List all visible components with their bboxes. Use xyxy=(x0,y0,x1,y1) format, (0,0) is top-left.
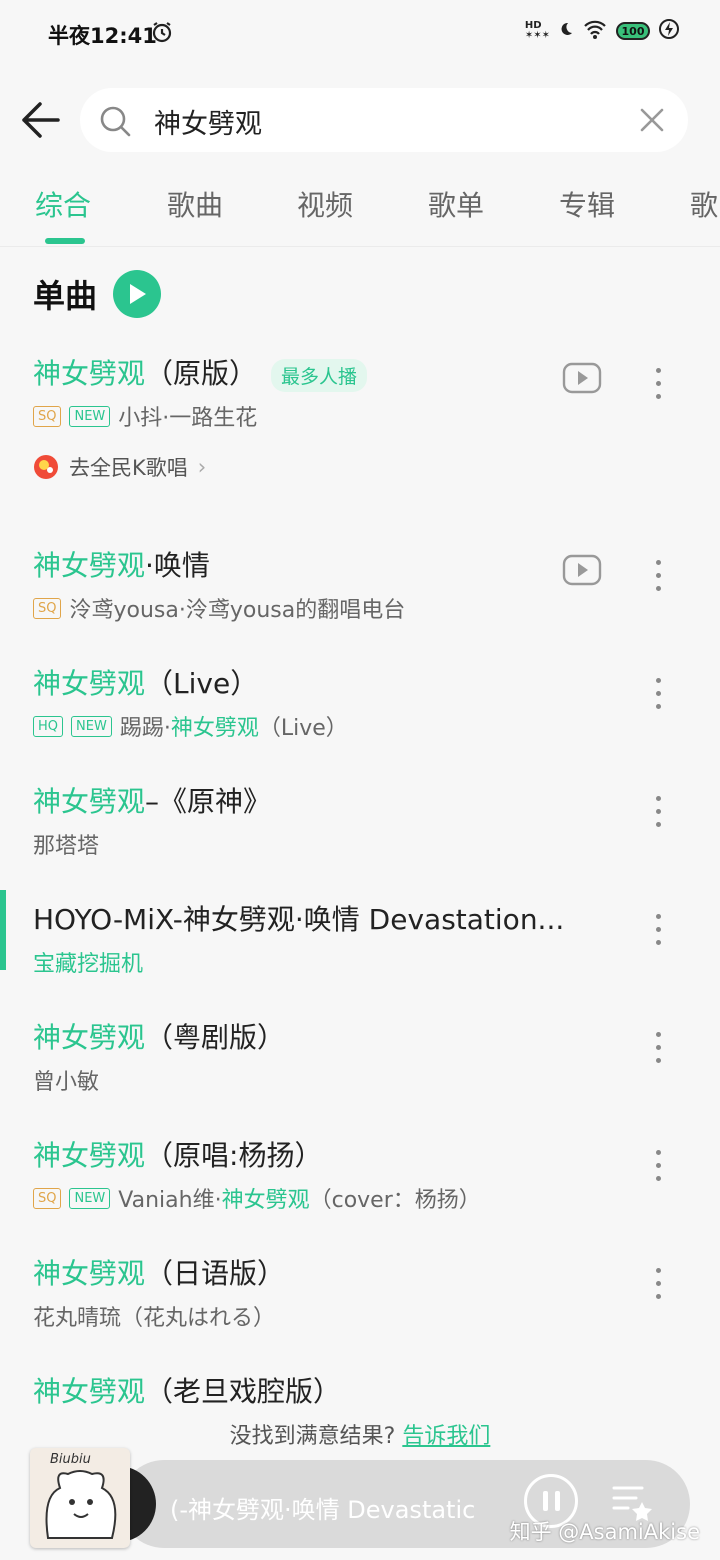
status-icons: HD ✶✶✶ 100 xyxy=(525,18,680,44)
more-options-icon[interactable] xyxy=(650,368,666,408)
new-badge: NEW xyxy=(69,405,111,427)
song-meta: 那塔塔 xyxy=(33,828,99,860)
mv-play-icon[interactable] xyxy=(562,362,602,398)
song-title: 神女劈观（Live） xyxy=(33,667,259,700)
now-playing-title: (-神女劈观·唤情 Devastatic xyxy=(170,1496,476,1524)
alarm-icon xyxy=(150,20,174,48)
karaoke-label: 去全民K歌唱 xyxy=(69,456,188,480)
new-badge: NEW xyxy=(69,1187,111,1209)
song-artist: Vaniah维·神女劈观（cover：杨扬） xyxy=(118,1188,481,1213)
song-title: 神女劈观–《原神》 xyxy=(33,785,272,818)
tab-singers[interactable]: 歌 xyxy=(690,184,718,224)
song-title: 神女劈观（原版） 最多人播 xyxy=(33,352,368,392)
hq-badge: HQ xyxy=(33,715,64,737)
karaoke-link[interactable]: 去全民K歌唱 › xyxy=(33,452,206,482)
tab-all[interactable]: 综合 xyxy=(35,184,91,224)
more-options-icon[interactable] xyxy=(650,1268,666,1308)
back-arrow-icon xyxy=(22,102,60,138)
play-icon xyxy=(130,284,147,304)
search-row xyxy=(0,86,720,154)
song-title: 神女劈观（日语版） xyxy=(33,1257,286,1290)
song-meta: HQ NEW 踢踢·神女劈观（Live） xyxy=(33,710,348,742)
clear-icon[interactable] xyxy=(638,106,666,138)
more-options-icon[interactable] xyxy=(650,796,666,836)
song-meta: 宝藏挖掘机 xyxy=(33,946,143,978)
hd-signal-icon: HD ✶✶✶ xyxy=(524,20,550,41)
more-options-icon[interactable] xyxy=(650,560,666,600)
feedback-text: 没找到满意结果? xyxy=(229,1424,396,1449)
song-meta: 曾小敏 xyxy=(33,1064,99,1096)
karaoke-app-icon xyxy=(34,455,58,479)
song-artist: 泠鸢yousa·泠鸢yousa的翻唱电台 xyxy=(69,598,406,623)
cover-text: Biubiu xyxy=(50,1452,91,1467)
song-artist: 曾小敏 xyxy=(33,1070,100,1095)
song-meta: 花丸晴琉（花丸はれる） xyxy=(33,1300,275,1332)
album-cover[interactable]: Biubiu xyxy=(30,1448,130,1548)
section-header: 单曲 xyxy=(33,270,162,318)
status-bar: 半夜12:41 HD ✶✶✶ 100 xyxy=(0,0,720,70)
tab-active-indicator xyxy=(45,238,85,244)
song-title: 神女劈观（粤剧版） xyxy=(33,1021,286,1054)
sq-badge: SQ xyxy=(33,1187,62,1209)
search-input[interactable] xyxy=(152,100,616,142)
tab-playlists[interactable]: 歌单 xyxy=(428,184,484,224)
song-title: 神女劈观（原唱:杨扬） xyxy=(33,1139,323,1172)
section-title: 单曲 xyxy=(33,277,98,315)
play-all-button[interactable] xyxy=(113,270,162,318)
now-playing-indicator xyxy=(0,890,6,970)
most-played-tag: 最多人播 xyxy=(271,358,368,392)
feedback-line: 没找到满意结果? 告诉我们 xyxy=(0,1418,720,1450)
song-artist: 踢踢·神女劈观（Live） xyxy=(119,716,348,741)
song-meta: SQ NEW Vaniah维·神女劈观（cover：杨扬） xyxy=(33,1182,481,1214)
song-title: 神女劈观·唤情 xyxy=(33,549,210,582)
new-badge: NEW xyxy=(71,715,112,737)
more-options-icon[interactable] xyxy=(650,1150,666,1190)
feedback-link[interactable]: 告诉我们 xyxy=(402,1424,490,1449)
more-options-icon[interactable] xyxy=(650,1032,666,1072)
more-options-icon[interactable] xyxy=(650,678,666,718)
song-artist: 宝藏挖掘机 xyxy=(33,952,144,977)
moon-icon xyxy=(558,21,574,41)
charging-icon xyxy=(658,18,680,44)
song-artist: 花丸晴琉（花丸はれる） xyxy=(33,1306,276,1331)
back-button[interactable] xyxy=(18,98,62,142)
mv-play-icon[interactable] xyxy=(562,554,602,590)
status-time: 半夜12:41 xyxy=(48,24,157,48)
tab-albums[interactable]: 专辑 xyxy=(559,184,615,224)
sq-badge: SQ xyxy=(33,405,62,427)
song-meta: SQ 泠鸢yousa·泠鸢yousa的翻唱电台 xyxy=(33,592,405,624)
tab-songs[interactable]: 歌曲 xyxy=(167,184,223,224)
battery-icon: 100 xyxy=(616,22,650,40)
sq-badge: SQ xyxy=(33,597,62,619)
more-options-icon[interactable] xyxy=(650,914,666,954)
song-title: 神女劈观（老旦戏腔版） xyxy=(33,1375,342,1408)
song-artist: 那塔塔 xyxy=(33,834,100,859)
song-title: HOYO-MiX-神女劈观·唤情 Devastation... xyxy=(33,903,565,936)
search-box[interactable] xyxy=(80,88,688,152)
chevron-right-icon: › xyxy=(197,455,207,479)
watermark: 知乎 @AsamiAkise xyxy=(509,1520,700,1544)
song-artist: 小抖·一路生花 xyxy=(118,406,258,431)
wifi-icon xyxy=(582,18,608,44)
tab-bar: 综合 歌曲 视频 歌单 专辑 歌 xyxy=(0,170,720,247)
search-icon xyxy=(98,104,132,142)
tab-videos[interactable]: 视频 xyxy=(297,184,353,224)
song-meta: SQ NEW 小抖·一路生花 xyxy=(33,400,257,432)
